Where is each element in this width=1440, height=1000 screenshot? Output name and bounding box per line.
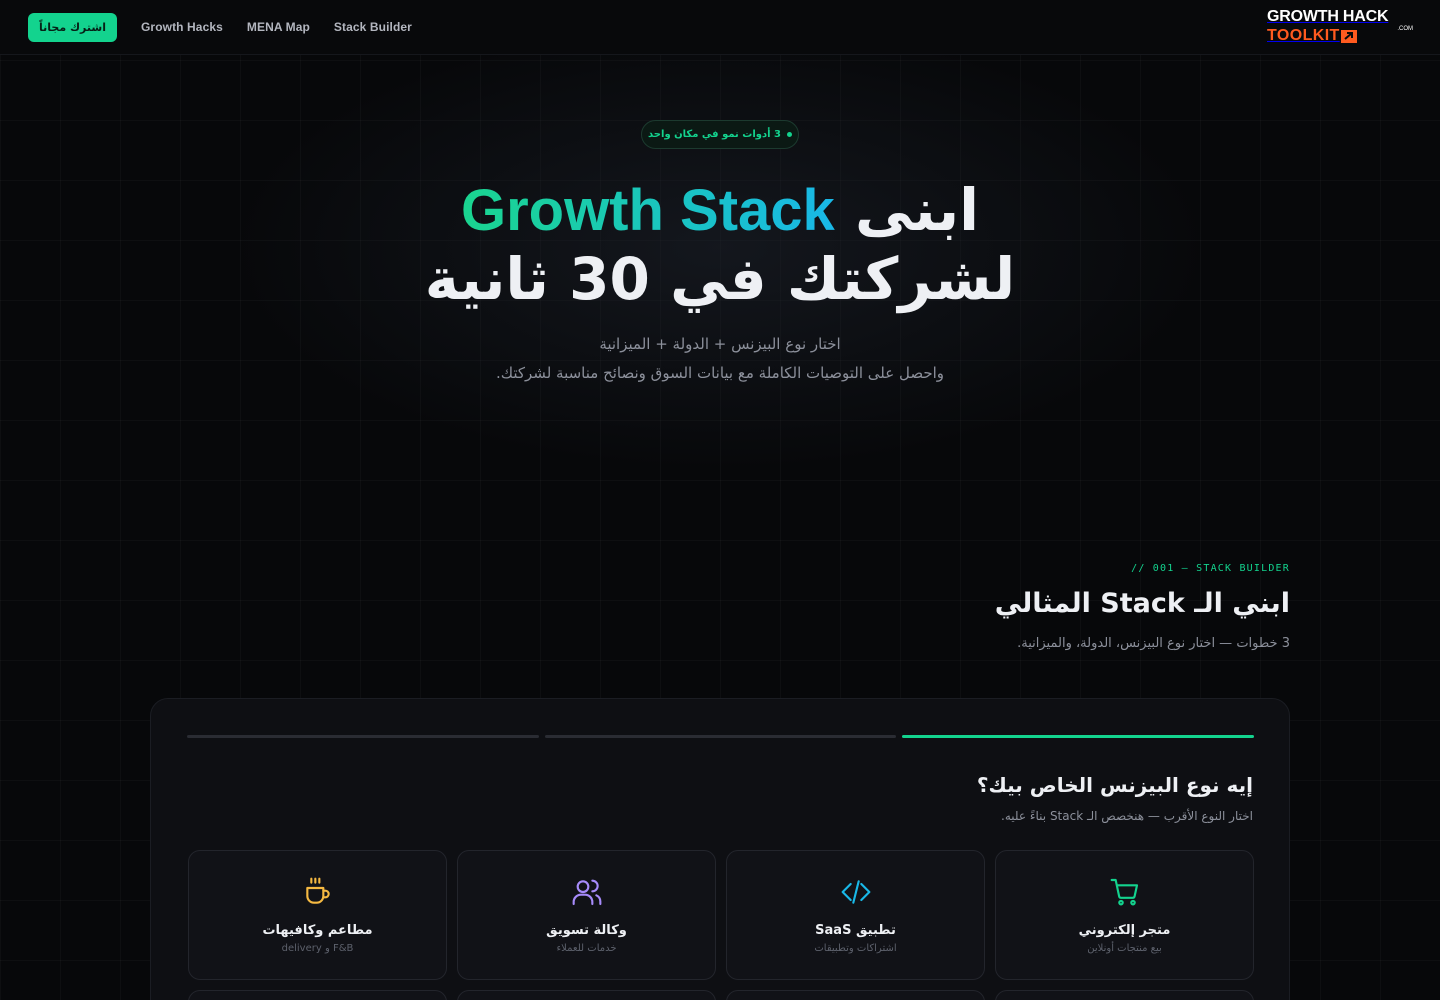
nav-link-mena-map[interactable]: MENA Map [247, 20, 310, 34]
subscribe-free-button[interactable]: اشترك مجاناً [28, 13, 117, 42]
nav-link-growth-hacks[interactable]: Growth Hacks [141, 20, 223, 34]
wizard-progress [186, 735, 1254, 739]
business-type-options: متجر إلكتروني بيع منتجات أونلاين تطبيق S… [187, 850, 1254, 1000]
wizard-question-sub: اختار النوع الأقرب — هنخصص الـ Stack بنا… [1001, 809, 1253, 823]
logo-text-top: GROWTH HACK [1267, 8, 1389, 25]
option-title: تطبيق SaaS [815, 923, 896, 938]
cart-icon [1108, 875, 1142, 909]
option-desc: اشتراكات وتطبيقات [814, 943, 897, 954]
badge-dot-icon [786, 132, 792, 137]
hero-title: ابنى Growth Stack لشركتك في 30 ثانية [0, 176, 1440, 313]
section-kicker: // 001 — STACK BUILDER [1131, 563, 1290, 574]
nav-link-stack-builder[interactable]: Stack Builder [334, 20, 412, 34]
logo-text-bottom: TOOLKIT [1267, 27, 1340, 44]
hero-subtitle: اختار نوع البيزنس + الدولة + الميزانية و… [0, 330, 1440, 388]
hero-badge: 3 أدوات نمو في مكان واحد [641, 120, 799, 149]
hero-title-prefix: ابنى [855, 176, 980, 244]
progress-step-2 [544, 735, 897, 738]
option-desc: F&B و delivery [281, 943, 354, 954]
option-title: وكالة تسويق [546, 923, 627, 938]
option-desc: بيع منتجات أونلاين [1087, 943, 1162, 954]
option-title: مطاعم وكافيهات [262, 923, 373, 938]
code-icon [839, 875, 873, 909]
hero-title-line2: لشركتك في 30 ثانية [424, 245, 1016, 313]
hero-title-highlight: Growth Stack [460, 178, 835, 243]
wizard-question: إيه نوع البيزنس الخاص بيك؟ [976, 773, 1253, 797]
nav-links: Growth Hacks MENA Map Stack Builder [141, 20, 412, 34]
top-nav: اشترك مجاناً Growth Hacks MENA Map Stack… [0, 0, 1440, 55]
hero-subtitle-line1: اختار نوع البيزنس + الدولة + الميزانية [599, 335, 841, 353]
section-subtitle: 3 خطوات — اختار نوع البيزنس، الدولة، وال… [1017, 636, 1290, 651]
option-card-partial[interactable] [995, 990, 1254, 1000]
option-card-partial[interactable] [188, 990, 447, 1000]
option-desc: خدمات للعملاء [556, 943, 617, 954]
site-logo[interactable]: GROWTH HACK TOOLKIT .COM [1267, 8, 1413, 48]
option-card-partial[interactable] [457, 990, 716, 1000]
logo-arrow-icon [1340, 29, 1357, 43]
badge-text: 3 أدوات نمو في مكان واحد [648, 129, 781, 140]
logo-com: .COM [1397, 26, 1413, 32]
cup-icon [301, 875, 335, 909]
users-icon [570, 875, 604, 909]
hero-subtitle-line2: واحصل على التوصيات الكاملة مع بيانات الس… [495, 364, 945, 382]
option-title: متجر إلكتروني [1078, 923, 1171, 938]
option-agency[interactable]: وكالة تسويق خدمات للعملاء [457, 850, 716, 980]
option-saas[interactable]: تطبيق SaaS اشتراكات وتطبيقات [726, 850, 985, 980]
option-ecommerce[interactable]: متجر إلكتروني بيع منتجات أونلاين [995, 850, 1254, 980]
option-restaurants[interactable]: مطاعم وكافيهات F&B و delivery [188, 850, 447, 980]
stack-builder-panel: إيه نوع البيزنس الخاص بيك؟ اختار النوع ا… [150, 698, 1290, 1000]
option-card-partial[interactable] [726, 990, 985, 1000]
progress-step-3 [186, 735, 539, 738]
progress-step-1 [902, 735, 1254, 738]
section-title: ابني الـ Stack المثالي [994, 588, 1290, 619]
